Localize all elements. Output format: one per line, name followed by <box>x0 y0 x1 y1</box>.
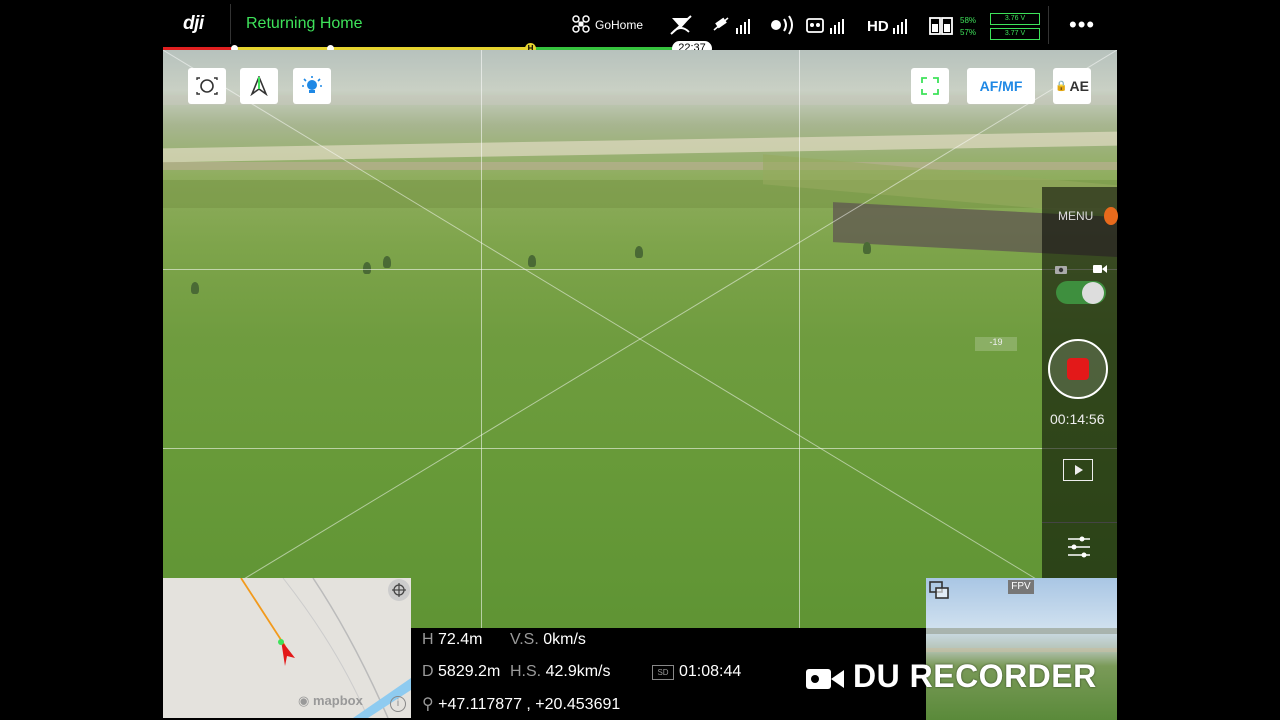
vertical-speed-readout: V.S. 0km/s <box>510 631 586 649</box>
mini-map[interactable] <box>163 578 411 718</box>
focus-mode-button[interactable] <box>188 68 226 104</box>
dji-logo[interactable]: dji <box>183 13 204 35</box>
video-camera-icon <box>806 668 844 689</box>
distance-readout: D 5829.2m <box>422 663 500 681</box>
height-value: 72.4m <box>438 631 483 648</box>
video-camera-icon <box>1093 265 1107 273</box>
fpv-preview[interactable] <box>926 578 1117 720</box>
camera-menu-button[interactable]: MENU <box>1058 209 1093 223</box>
swap-view-icon[interactable] <box>928 580 950 600</box>
map-info-icon[interactable]: i <box>390 696 406 712</box>
map-roads <box>240 578 411 718</box>
camera-live-view[interactable] <box>163 50 1117 628</box>
more-dots-icon[interactable]: ••• <box>1069 12 1095 38</box>
distance-label: D <box>422 663 434 680</box>
height-readout: H 72.4m <box>422 631 482 649</box>
hs-label: H.S. <box>510 663 542 680</box>
screen-recorder-watermark: DU RECORDER <box>805 658 1097 695</box>
mapbox-label: mapbox <box>312 693 363 708</box>
crosshair-icon <box>392 583 406 597</box>
aircraft-battery-percent: 57% <box>960 28 977 37</box>
record-stop-icon <box>1067 358 1089 380</box>
remote-battery-percent: 58% <box>960 16 977 25</box>
location-pin-icon: ⚲ <box>422 696 434 713</box>
play-icon <box>1075 465 1083 475</box>
gps-coordinates-readout: ⚲ +47.117877 , +20.453691 <box>422 694 620 714</box>
vs-value: 0km/s <box>543 631 586 648</box>
flight-status-text: Returning Home <box>246 15 363 32</box>
watermark-text: DU RECORDER <box>853 658 1097 694</box>
drone-icon <box>572 15 590 33</box>
photo-camera-icon <box>1055 266 1067 274</box>
hs-value: 42.9km/s <box>545 663 611 680</box>
focus-target-icon <box>196 77 218 95</box>
divider <box>230 4 231 44</box>
battery-icon[interactable] <box>928 14 956 36</box>
toggle-knob <box>1082 282 1104 304</box>
remote-signal-icon[interactable] <box>768 14 796 36</box>
obstacle-avoidance-icon[interactable] <box>669 14 693 36</box>
beacon-light-button[interactable] <box>293 68 331 104</box>
camera-settings-sliders-icon[interactable] <box>1066 533 1092 561</box>
lock-icon: 🔒 <box>1055 80 1068 92</box>
exposure-value-label: -19 <box>975 337 1017 351</box>
distance-value: 5829.2m <box>438 663 501 680</box>
cell-voltage-2: 3.77 V <box>990 28 1040 40</box>
light-bulb-icon <box>302 76 322 93</box>
horizontal-speed-readout: H.S. 42.9km/s <box>510 663 611 681</box>
divider <box>1042 522 1117 523</box>
record-button[interactable] <box>1048 339 1108 399</box>
composition-diagonals <box>163 50 1117 628</box>
metering-frame-button[interactable] <box>911 68 949 104</box>
gps-satellite-icon[interactable] <box>712 14 752 36</box>
menu-indicator-dot <box>1104 207 1118 225</box>
height-label: H <box>422 631 434 648</box>
frame-corners-icon <box>921 77 939 95</box>
fpv-label: FPV <box>1008 580 1034 594</box>
ae-label: AE <box>1069 78 1089 94</box>
cell-voltage-1: 3.76 V <box>990 13 1040 25</box>
coordinates-value: +47.117877 , +20.453691 <box>438 696 621 713</box>
hd-signal-icon <box>893 19 907 34</box>
af-mf-toggle-button[interactable]: AF/MF <box>967 68 1035 104</box>
remaining-record-time: 01:08:44 <box>679 663 742 680</box>
gohome-label[interactable]: GoHome <box>595 18 643 32</box>
map-recenter-button[interactable] <box>388 579 410 601</box>
navigation-mode-button[interactable] <box>240 68 278 104</box>
hd-label: HD <box>867 18 889 35</box>
map-attribution: ◉ mapbox <box>298 693 363 709</box>
ae-lock-button[interactable]: 🔒 AE <box>1053 68 1091 104</box>
video-link-icon[interactable] <box>806 14 846 36</box>
sd-card-icon: SD <box>652 665 674 680</box>
divider <box>1048 6 1049 44</box>
playback-button[interactable] <box>1063 459 1093 481</box>
compass-arrow-icon <box>250 76 268 96</box>
vs-label: V.S. <box>510 631 539 648</box>
mapbox-logo-icon: ◉ <box>298 693 310 708</box>
recording-time: 00:14:56 <box>1050 411 1105 427</box>
